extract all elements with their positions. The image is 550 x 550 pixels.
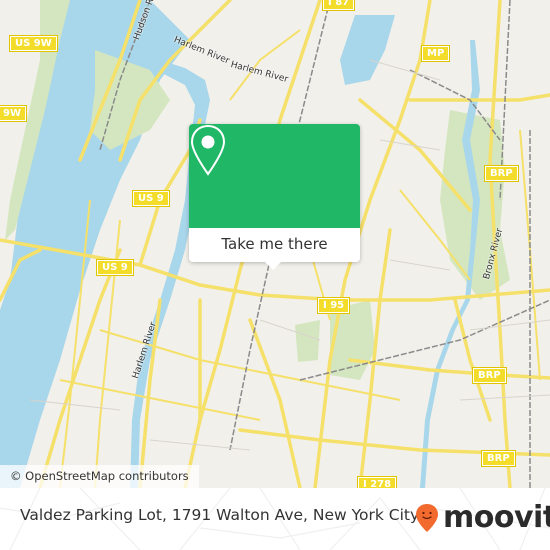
shield-i-95: I 95 xyxy=(316,297,351,314)
popup-pointer xyxy=(265,262,281,270)
claremont-park xyxy=(295,320,320,362)
moovit-wordmark: moovit xyxy=(443,500,550,535)
shield-brp-lower: BRP xyxy=(481,450,516,467)
map-attribution[interactable]: © OpenStreetMap contributors xyxy=(0,465,199,488)
shield-us-9w: US 9W xyxy=(9,35,58,52)
shield-us-9w-left: 9W xyxy=(0,105,27,122)
shield-i-278: I 278 xyxy=(356,476,398,488)
bronx-river-water xyxy=(420,40,480,488)
shield-brp-upper: BRP xyxy=(484,165,519,182)
shield-brp-middle: BRP xyxy=(472,367,507,384)
place-title: Valdez Parking Lot, 1791 Walton Ave, New… xyxy=(20,506,420,524)
shield-i-87: I 87 xyxy=(321,0,356,11)
take-me-there-button[interactable]: Take me there xyxy=(189,228,360,262)
jerome-reservoir xyxy=(340,15,395,85)
take-me-there-popup[interactable]: Take me there xyxy=(189,124,360,270)
moovit-logo[interactable]: moovit xyxy=(415,500,550,536)
map-pin-icon xyxy=(190,124,226,176)
popup-header[interactable] xyxy=(189,124,360,228)
map-view[interactable]: US 9W 9W I 87 MP US 9 US 9 BRP I 95 BRP … xyxy=(0,0,550,488)
shield-mp: MP xyxy=(420,45,451,62)
moovit-pin-icon xyxy=(416,504,438,532)
shield-us-9-lower: US 9 xyxy=(96,259,134,276)
shield-us-9-upper: US 9 xyxy=(132,190,170,207)
footer-bar: Valdez Parking Lot, 1791 Walton Ave, New… xyxy=(0,488,550,550)
